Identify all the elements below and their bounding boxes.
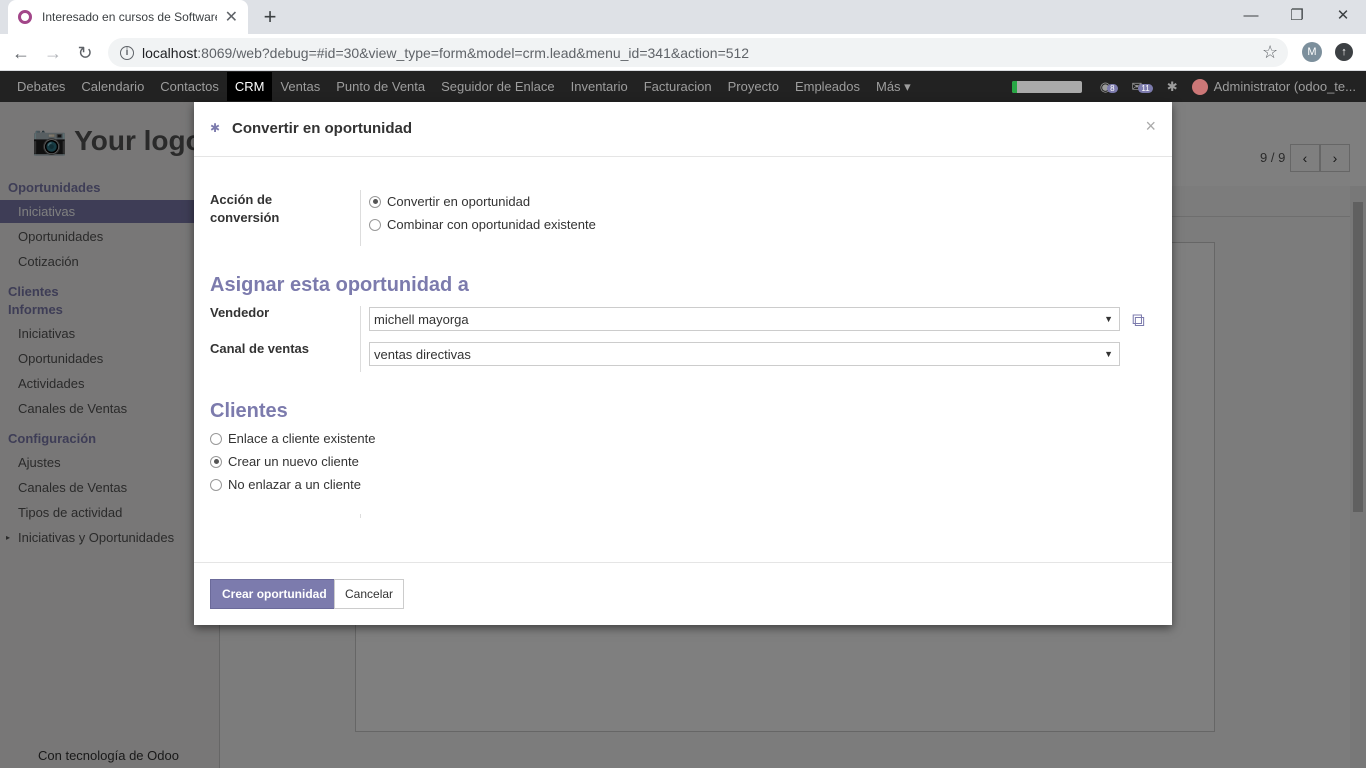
window-close-icon[interactable]: ✕ — [1320, 0, 1366, 30]
tab-close-icon[interactable]: ✕ — [225, 7, 238, 27]
url-input[interactable]: i localhost:8069/web?debug=#id=30&view_t… — [108, 38, 1288, 67]
menu-ventas[interactable]: Ventas — [280, 79, 320, 94]
assign-section-title: Asignar esta oportunidad a — [210, 274, 469, 296]
menu-punto-de-venta[interactable]: Punto de Venta — [336, 79, 425, 94]
profile-avatar[interactable]: M — [1302, 42, 1322, 62]
chevron-down-icon: ▼ — [1104, 314, 1113, 324]
radio-no-link-client[interactable]: No enlazar a un cliente — [210, 477, 361, 492]
radio-link-existing-client[interactable]: Enlace a cliente existente — [210, 431, 375, 446]
url-host: localhost — [142, 44, 198, 61]
chevron-down-icon: ▼ — [1104, 349, 1113, 359]
vendedor-label: Vendedor — [210, 305, 270, 320]
extension-icon[interactable]: ↑ — [1335, 43, 1353, 61]
menu-seguidor-de-enlace[interactable]: Seguidor de Enlace — [441, 79, 554, 94]
separator — [360, 190, 361, 246]
address-bar: ← → ↻ i localhost:8069/web?debug=#id=30&… — [0, 34, 1366, 71]
vendedor-select[interactable]: michell mayorga ▼ — [369, 307, 1120, 331]
radio-merge-opportunity[interactable]: Combinar con oportunidad existente — [369, 217, 596, 232]
menu-mas[interactable]: Más ▾ — [876, 79, 911, 95]
chat-icon[interactable]: ◉8 — [1100, 79, 1118, 95]
new-tab-icon[interactable]: + — [258, 4, 282, 30]
cancel-button[interactable]: Cancelar — [334, 579, 405, 609]
canal-ventas-select[interactable]: ventas directivas ▼ — [369, 342, 1120, 366]
reload-icon[interactable]: ↻ — [72, 40, 98, 66]
odoo-favicon-icon — [18, 10, 32, 24]
menu-inventario[interactable]: Inventario — [571, 79, 628, 94]
conversion-action-label: Acción de conversión — [210, 192, 280, 225]
forward-icon[interactable]: → — [40, 40, 66, 66]
create-opportunity-button[interactable]: Crear oportunidad — [210, 579, 339, 609]
progress-bar — [1011, 80, 1082, 93]
debug-bug-icon[interactable]: ✱ — [210, 121, 220, 135]
browser-tab-title: Interesado en cursos de Software — [42, 10, 217, 24]
dialog-footer: Crear oportunidad Cancelar — [194, 562, 1172, 625]
canal-label: Canal de ventas — [210, 341, 309, 356]
menu-debates[interactable]: Debates — [17, 79, 65, 94]
back-icon[interactable]: ← — [8, 40, 34, 66]
convert-opportunity-dialog: ✱ Convertir en oportunidad × Acción de c… — [194, 102, 1172, 625]
minimize-icon[interactable]: — — [1228, 0, 1274, 30]
debug-bug-icon[interactable]: ✱ — [1167, 79, 1178, 95]
radio-convert-opportunity[interactable]: Convertir en oportunidad — [369, 194, 530, 209]
browser-tab[interactable]: Interesado en cursos de Software ✕ — [8, 0, 248, 34]
bookmark-star-icon[interactable]: ☆ — [1262, 42, 1278, 63]
clientes-section-title: Clientes — [210, 400, 288, 422]
separator — [360, 514, 361, 518]
external-link-icon[interactable]: ⧉ — [1132, 310, 1145, 331]
user-avatar — [1191, 78, 1208, 95]
menu-facturacion[interactable]: Facturacion — [644, 79, 712, 94]
menu-empleados[interactable]: Empleados — [795, 79, 860, 94]
odoo-top-menu: Debates Calendario Contactos CRM Ventas … — [0, 71, 1366, 102]
radio-create-new-client[interactable]: Crear un nuevo cliente — [210, 454, 359, 469]
restore-icon[interactable]: ❐ — [1274, 0, 1320, 30]
browser-tab-bar: Interesado en cursos de Software ✕ + — ❐… — [0, 0, 1366, 34]
separator — [360, 306, 361, 372]
dialog-close-icon[interactable]: × — [1145, 116, 1156, 137]
dialog-header: ✱ Convertir en oportunidad × — [194, 102, 1172, 157]
user-menu[interactable]: Administrator (odoo_te... — [1214, 79, 1356, 94]
url-path: :8069/web?debug=#id=30&view_type=form&mo… — [197, 44, 750, 61]
site-info-icon[interactable]: i — [120, 45, 134, 60]
menu-calendario[interactable]: Calendario — [81, 79, 144, 94]
menu-crm[interactable]: CRM — [226, 72, 273, 101]
menu-contactos[interactable]: Contactos — [160, 79, 219, 94]
menu-proyecto[interactable]: Proyecto — [728, 79, 779, 94]
dialog-title: Convertir en oportunidad — [232, 120, 412, 137]
messages-icon[interactable]: ✉11 — [1132, 79, 1153, 95]
